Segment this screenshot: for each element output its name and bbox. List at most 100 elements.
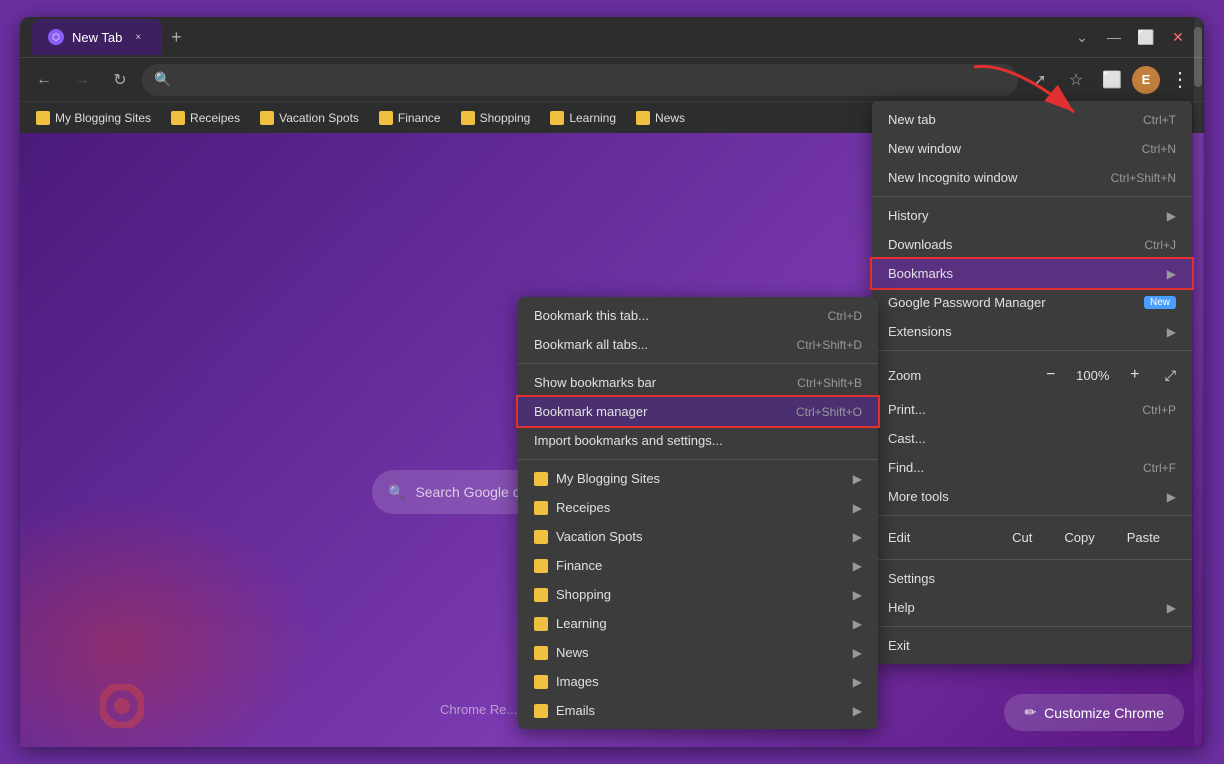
submenu-label: Emails bbox=[556, 703, 837, 718]
menu-item-new-window[interactable]: New window Ctrl+N bbox=[872, 134, 1192, 163]
menu-item-find[interactable]: Find... Ctrl+F bbox=[872, 453, 1192, 482]
submenu-receipes[interactable]: Receipes ▶ bbox=[518, 493, 878, 522]
close-button[interactable]: ✕ bbox=[1164, 23, 1192, 51]
folder-icon bbox=[534, 559, 548, 573]
tab-search-button[interactable]: ⌄ bbox=[1068, 23, 1096, 51]
bookmark-vacation[interactable]: Vacation Spots bbox=[252, 108, 367, 128]
title-bar: ⬡ New Tab × + ⌄ — ⬜ ✕ bbox=[20, 17, 1204, 57]
scrollbar-thumb[interactable] bbox=[1194, 27, 1202, 87]
submenu-bookmark-all-tabs[interactable]: Bookmark all tabs... Ctrl+Shift+D bbox=[518, 330, 878, 359]
menu-shortcut: Ctrl+N bbox=[1142, 142, 1176, 156]
submenu-learning[interactable]: Learning ▶ bbox=[518, 609, 878, 638]
menu-item-help[interactable]: Help ▶ bbox=[872, 593, 1192, 622]
bookmark-label: Finance bbox=[398, 111, 441, 125]
cut-button[interactable]: Cut bbox=[996, 526, 1048, 549]
menu-item-settings[interactable]: Settings bbox=[872, 564, 1192, 593]
chrome-menu-dropdown: New tab Ctrl+T New window Ctrl+N New Inc… bbox=[872, 101, 1192, 664]
bookmark-finance[interactable]: Finance bbox=[371, 108, 449, 128]
minimize-button[interactable]: — bbox=[1100, 23, 1128, 51]
submenu-arrow-icon: ▶ bbox=[1167, 490, 1176, 504]
submenu-bookmark-tab[interactable]: Bookmark this tab... Ctrl+D bbox=[518, 301, 878, 330]
bookmark-button[interactable]: ☆ bbox=[1060, 64, 1092, 96]
extensions-button[interactable]: ⬜ bbox=[1096, 64, 1128, 96]
submenu-show-bookmarks-bar[interactable]: Show bookmarks bar Ctrl+Shift+B bbox=[518, 368, 878, 397]
submenu-vacation-spots[interactable]: Vacation Spots ▶ bbox=[518, 522, 878, 551]
bookmark-shopping[interactable]: Shopping bbox=[453, 108, 539, 128]
scrollbar[interactable] bbox=[1194, 17, 1202, 747]
folder-icon bbox=[534, 588, 548, 602]
chrome-icon-area bbox=[100, 684, 144, 733]
submenu-arrow-icon: ▶ bbox=[853, 588, 862, 602]
menu-item-label: New window bbox=[888, 141, 1118, 156]
submenu-emails[interactable]: Emails ▶ bbox=[518, 696, 878, 725]
new-tab-button[interactable]: + bbox=[162, 23, 190, 51]
menu-item-password-manager[interactable]: Google Password Manager New bbox=[872, 288, 1192, 317]
menu-item-cast[interactable]: Cast... bbox=[872, 424, 1192, 453]
paste-button[interactable]: Paste bbox=[1111, 526, 1176, 549]
bookmark-folder-icon bbox=[36, 111, 50, 125]
back-button[interactable]: ← bbox=[28, 64, 60, 96]
menu-item-downloads[interactable]: Downloads Ctrl+J bbox=[872, 230, 1192, 259]
submenu-label: Bookmark this tab... bbox=[534, 308, 796, 323]
menu-item-more-tools[interactable]: More tools ▶ bbox=[872, 482, 1192, 511]
submenu-news[interactable]: News ▶ bbox=[518, 638, 878, 667]
menu-item-history[interactable]: History ▶ bbox=[872, 201, 1192, 230]
submenu-my-blogging[interactable]: My Blogging Sites ▶ bbox=[518, 464, 878, 493]
submenu-finance[interactable]: Finance ▶ bbox=[518, 551, 878, 580]
bookmark-label: Vacation Spots bbox=[279, 111, 359, 125]
menu-item-extensions[interactable]: Extensions ▶ bbox=[872, 317, 1192, 346]
zoom-expand-button[interactable]: ⤢ bbox=[1165, 367, 1176, 384]
maximize-button[interactable]: ⬜ bbox=[1132, 23, 1160, 51]
menu-shortcut: Ctrl+Shift+O bbox=[796, 405, 862, 419]
tab-close-button[interactable]: × bbox=[130, 29, 146, 45]
zoom-plus-button[interactable]: + bbox=[1121, 361, 1149, 389]
bookmark-my-blogging[interactable]: My Blogging Sites bbox=[28, 108, 159, 128]
folder-icon bbox=[534, 472, 548, 486]
menu-divider bbox=[872, 626, 1192, 627]
bookmark-receipes[interactable]: Receipes bbox=[163, 108, 248, 128]
submenu-label: Images bbox=[556, 674, 837, 689]
menu-item-label: Exit bbox=[888, 638, 1176, 653]
bookmark-news[interactable]: News bbox=[628, 108, 693, 128]
menu-item-print[interactable]: Print... Ctrl+P bbox=[872, 395, 1192, 424]
submenu-label: News bbox=[556, 645, 837, 660]
zoom-minus-button[interactable]: − bbox=[1037, 361, 1065, 389]
reload-button[interactable]: ↻ bbox=[104, 64, 136, 96]
search-icon: 🔍 bbox=[154, 71, 171, 88]
menu-shortcut: Ctrl+J bbox=[1144, 238, 1176, 252]
submenu-label: Import bookmarks and settings... bbox=[534, 433, 862, 448]
submenu-arrow-icon: ▶ bbox=[853, 704, 862, 718]
submenu-arrow-icon: ▶ bbox=[853, 675, 862, 689]
submenu-shopping[interactable]: Shopping ▶ bbox=[518, 580, 878, 609]
menu-item-label: Google Password Manager bbox=[888, 295, 1138, 310]
submenu-label: Bookmark all tabs... bbox=[534, 337, 765, 352]
menu-item-exit[interactable]: Exit bbox=[872, 631, 1192, 660]
submenu-bookmark-manager[interactable]: Bookmark manager Ctrl+Shift+O bbox=[518, 397, 878, 426]
bookmark-label: My Blogging Sites bbox=[55, 111, 151, 125]
address-bar[interactable]: 🔍 bbox=[142, 64, 1018, 96]
menu-item-label: Downloads bbox=[888, 237, 1120, 252]
menu-item-label: Print... bbox=[888, 402, 1118, 417]
tab-favicon: ⬡ bbox=[48, 29, 64, 45]
profile-button[interactable]: E bbox=[1132, 66, 1160, 94]
submenu-divider bbox=[518, 363, 878, 364]
bookmark-folder-icon bbox=[171, 111, 185, 125]
menu-item-incognito[interactable]: New Incognito window Ctrl+Shift+N bbox=[872, 163, 1192, 192]
forward-button[interactable]: → bbox=[66, 64, 98, 96]
submenu-import-bookmarks[interactable]: Import bookmarks and settings... bbox=[518, 426, 878, 455]
menu-item-bookmarks[interactable]: Bookmarks ▶ bbox=[872, 259, 1192, 288]
active-tab[interactable]: ⬡ New Tab × bbox=[32, 19, 162, 55]
menu-shortcut: Ctrl+T bbox=[1143, 113, 1176, 127]
menu-divider bbox=[872, 350, 1192, 351]
chrome-menu-button[interactable]: ⋮ bbox=[1164, 64, 1196, 96]
menu-item-new-tab[interactable]: New tab Ctrl+T bbox=[872, 105, 1192, 134]
share-button[interactable]: ➚ bbox=[1024, 64, 1056, 96]
copy-button[interactable]: Copy bbox=[1048, 526, 1110, 549]
toolbar: ← → ↻ 🔍 ➚ ☆ ⬜ E ⋮ bbox=[20, 57, 1204, 101]
edit-label: Edit bbox=[888, 530, 996, 545]
menu-divider bbox=[872, 515, 1192, 516]
menu-shortcut: Ctrl+D bbox=[828, 309, 862, 323]
submenu-images[interactable]: Images ▶ bbox=[518, 667, 878, 696]
bookmark-learning[interactable]: Learning bbox=[542, 108, 624, 128]
customize-chrome-button[interactable]: ✏ Customize Chrome bbox=[1004, 694, 1184, 731]
